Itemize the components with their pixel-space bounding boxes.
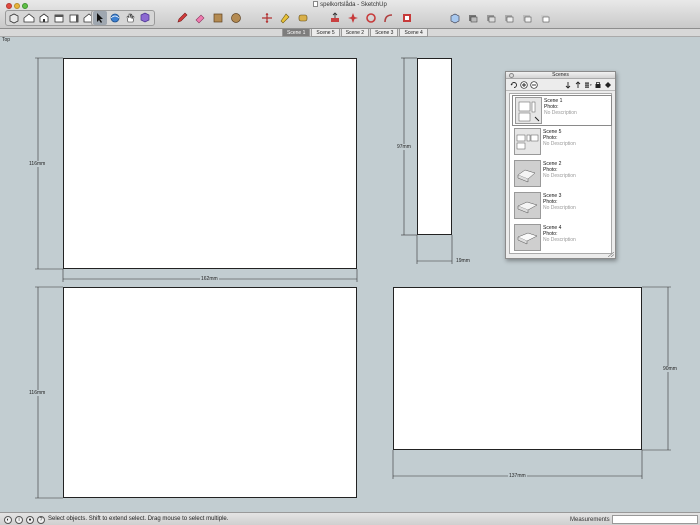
scene-description: No Description	[544, 110, 577, 116]
remove-scene-button[interactable]	[529, 80, 538, 89]
pan-tool-button[interactable]	[123, 11, 137, 25]
shaded-style-button[interactable]	[502, 11, 516, 25]
scene-thumbnail	[514, 192, 541, 219]
window-titlebar: spelkortslåda - SketchUp	[0, 0, 700, 29]
modify-toolbar	[328, 10, 418, 26]
panel-menu-button[interactable]	[603, 80, 612, 89]
scene-list: Scene 1 Photo: No Description Scene 5 Ph…	[509, 93, 612, 254]
geo-location-icon[interactable]: ◐	[4, 516, 12, 524]
scene-thumbnail	[514, 128, 541, 155]
measurements-label: Measurements	[570, 517, 610, 523]
document-icon	[313, 1, 319, 7]
move-tool-button[interactable]	[260, 11, 274, 25]
scene-description: No Description	[543, 173, 576, 179]
bottom-right-face[interactable]	[393, 287, 642, 450]
rectangle-tool-button[interactable]	[211, 11, 225, 25]
update-scene-button[interactable]	[509, 80, 518, 89]
zoom-extents-button[interactable]	[138, 11, 152, 25]
views-toolbar	[5, 10, 99, 26]
tab-scene-5[interactable]: Scene 5	[311, 29, 340, 37]
pencil-tool-button[interactable]	[175, 11, 189, 25]
scene-thumbnail	[515, 97, 542, 124]
dimension-label: 97mm	[396, 144, 412, 150]
push-pull-button[interactable]	[328, 11, 342, 25]
scenes-panel: Scenes Scene 1 Photo: No Description Sce…	[505, 71, 616, 259]
scene-item-2[interactable]: Scene 2 Photo: No Description	[512, 159, 612, 190]
tab-scene-1[interactable]: Scene 1	[282, 29, 311, 37]
close-panel-button[interactable]	[509, 73, 514, 78]
measurements-input[interactable]	[612, 515, 698, 524]
back-view-button[interactable]	[67, 11, 81, 25]
status-message: Select objects. Shift to extend select. …	[48, 516, 229, 522]
iso-view-button[interactable]	[7, 11, 21, 25]
hidden-line-button[interactable]	[484, 11, 498, 25]
dimension-label: 162mm	[200, 276, 219, 282]
offset-tool-button[interactable]	[400, 11, 414, 25]
scene-description: No Description	[543, 205, 576, 211]
status-bar: ◐ i ● ? Select objects. Shift to extend …	[0, 512, 700, 525]
scene-description: No Description	[543, 237, 576, 243]
navigation-toolbar	[91, 10, 155, 26]
styles-toolbar	[448, 10, 556, 26]
scene-thumbnail	[514, 160, 541, 187]
scene-item-5[interactable]: Scene 5 Photo: No Description	[512, 127, 612, 158]
scene-item-3[interactable]: Scene 3 Photo: No Description	[512, 191, 612, 222]
scene-tabs: Scene 1 Scene 5 Scene 2 Scene 3 Scene 4	[282, 29, 429, 37]
monochrome-style-button[interactable]	[538, 11, 552, 25]
scenes-panel-title: Scenes	[506, 72, 615, 79]
edit-toolbar	[260, 10, 314, 26]
tab-scene-4[interactable]: Scene 4	[399, 29, 428, 37]
eraser-tool-button[interactable]	[193, 11, 207, 25]
circle-tool-button[interactable]	[229, 11, 243, 25]
bottom-left-face[interactable]	[63, 287, 357, 498]
window-title: spelkortslåda - SketchUp	[0, 1, 700, 8]
dimension-label: 116mm	[28, 390, 47, 396]
right-view-button[interactable]	[52, 11, 66, 25]
help-icon[interactable]: ?	[37, 516, 45, 524]
dimension-label: 116mm	[28, 161, 47, 167]
front-view-button[interactable]	[37, 11, 51, 25]
scene-thumbnail	[514, 224, 541, 251]
scenes-panel-toolbar	[506, 79, 615, 91]
top-right-face[interactable]	[417, 58, 452, 235]
tab-scene-3[interactable]: Scene 3	[370, 29, 399, 37]
scene-tabs-bar: Scene 1 Scene 5 Scene 2 Scene 3 Scene 4	[0, 29, 700, 37]
move-scene-down-button[interactable]	[563, 80, 572, 89]
select-tool-button[interactable]	[93, 11, 107, 25]
dimension-label: 137mm	[508, 473, 527, 479]
user-icon[interactable]: ●	[26, 516, 34, 524]
top-left-face[interactable]	[63, 58, 357, 269]
scene-description: No Description	[543, 141, 576, 147]
move-scene-up-button[interactable]	[573, 80, 582, 89]
orbit-tool-button[interactable]	[108, 11, 122, 25]
textured-style-button[interactable]	[520, 11, 534, 25]
top-view-button[interactable]	[22, 11, 36, 25]
rotate-tool-button[interactable]	[364, 11, 378, 25]
dimension-label: 90mm	[662, 366, 678, 372]
dimension-label: 19mm	[455, 258, 471, 264]
credits-icon[interactable]: i	[15, 516, 23, 524]
drawing-toolbar	[175, 10, 247, 26]
paint-tool-button[interactable]	[278, 11, 292, 25]
scene-item-1[interactable]: Scene 1 Photo: No Description	[512, 95, 612, 126]
scene-item-4[interactable]: Scene 4 Photo: No Description	[512, 223, 612, 254]
wireframe-style-button[interactable]	[466, 11, 480, 25]
resize-grip-icon[interactable]	[608, 252, 614, 257]
tab-scene-2[interactable]: Scene 2	[340, 29, 370, 37]
add-scene-button[interactable]	[519, 80, 528, 89]
show-details-button[interactable]	[593, 80, 602, 89]
xray-style-button[interactable]	[448, 11, 462, 25]
move-star-button[interactable]	[346, 11, 360, 25]
follow-me-button[interactable]	[382, 11, 396, 25]
tape-measure-button[interactable]	[296, 11, 310, 25]
view-options-button[interactable]	[583, 80, 592, 89]
